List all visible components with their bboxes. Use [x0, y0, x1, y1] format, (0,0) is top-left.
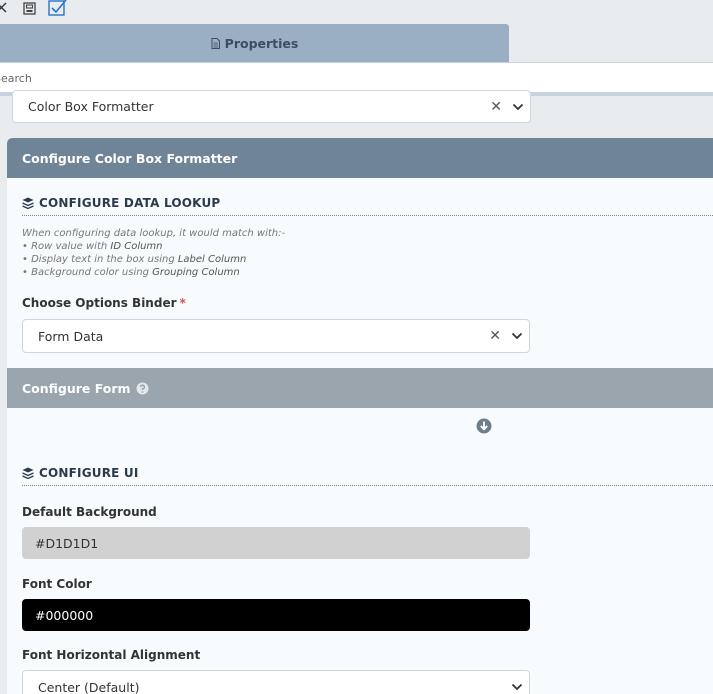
configure-form-header[interactable]: Configure Form — [7, 368, 713, 408]
tab-properties[interactable]: Properties — [0, 24, 509, 62]
required-marker: * — [179, 296, 186, 310]
section-title-text: CONFIGURE DATA LOOKUP — [39, 196, 221, 210]
clear-icon[interactable]: ✕ — [489, 328, 501, 344]
section-configure-data-lookup: CONFIGURE DATA LOOKUP — [22, 196, 220, 210]
options-binder-value: Form Data — [38, 328, 104, 344]
chevron-down-icon[interactable] — [511, 332, 523, 340]
section-title-text: CONFIGURE UI — [39, 466, 139, 480]
formatter-select[interactable]: Color Box Formatter ✕ — [12, 90, 531, 123]
chevron-down-icon[interactable] — [512, 103, 524, 111]
hint-bold: ID Column — [110, 241, 163, 252]
close-icon[interactable] — [0, 0, 8, 16]
section-configure-ui: CONFIGURE UI — [22, 466, 139, 480]
tab-label: Properties — [224, 35, 299, 51]
lookup-hint: When configuring data lookup, it would m… — [22, 227, 285, 279]
hint-line: • Display text in the box using Label Co… — [22, 253, 285, 266]
question-circle-icon[interactable] — [136, 382, 149, 395]
hint-intro: When configuring data lookup, it would m… — [22, 228, 286, 239]
font-color-input[interactable]: #000000 — [22, 599, 530, 631]
configure-form-title: Configure Form — [22, 380, 131, 396]
font-alignment-label: Font Horizontal Alignment — [22, 648, 201, 662]
binder-label-text: Choose Options Binder — [22, 296, 177, 310]
top-toolbar — [0, 0, 713, 24]
layers-icon — [22, 467, 34, 479]
configure-panel: Configure Color Box Formatter CONFIGURE … — [7, 138, 713, 694]
hint-line: • Background color using Grouping Column — [22, 266, 285, 279]
hint-bold: Grouping Column — [152, 267, 240, 278]
hint-text: • Row value with — [22, 241, 111, 252]
arrow-down-circle-icon[interactable] — [476, 418, 492, 438]
hint-bold: Label Column — [177, 254, 247, 265]
chevron-down-icon[interactable] — [511, 683, 523, 691]
default-background-input[interactable]: #D1D1D1 — [22, 527, 530, 559]
hint-text: • Background color using — [22, 267, 153, 278]
panel-title: Configure Color Box Formatter — [7, 138, 713, 178]
formatter-select-value: Color Box Formatter — [28, 99, 154, 114]
save-icon[interactable] — [23, 0, 36, 16]
binder-label: Choose Options Binder * — [22, 296, 186, 310]
checkbox-icon[interactable] — [48, 0, 68, 16]
clear-icon[interactable]: ✕ — [490, 99, 502, 115]
font-alignment-select[interactable]: Center (Default) — [22, 670, 530, 694]
font-alignment-value: Center (Default) — [38, 679, 140, 694]
layers-icon — [22, 197, 34, 209]
hint-text: • Display text in the box using — [22, 254, 178, 265]
divider — [22, 485, 713, 486]
search-bar — [0, 62, 713, 93]
document-icon — [211, 37, 220, 49]
search-input[interactable] — [0, 63, 713, 92]
default-background-label: Default Background — [22, 505, 157, 519]
options-binder-select[interactable]: Form Data ✕ — [22, 319, 530, 353]
font-color-label: Font Color — [22, 577, 92, 591]
hint-line: • Row value with ID Column — [22, 240, 285, 253]
divider — [22, 215, 713, 216]
